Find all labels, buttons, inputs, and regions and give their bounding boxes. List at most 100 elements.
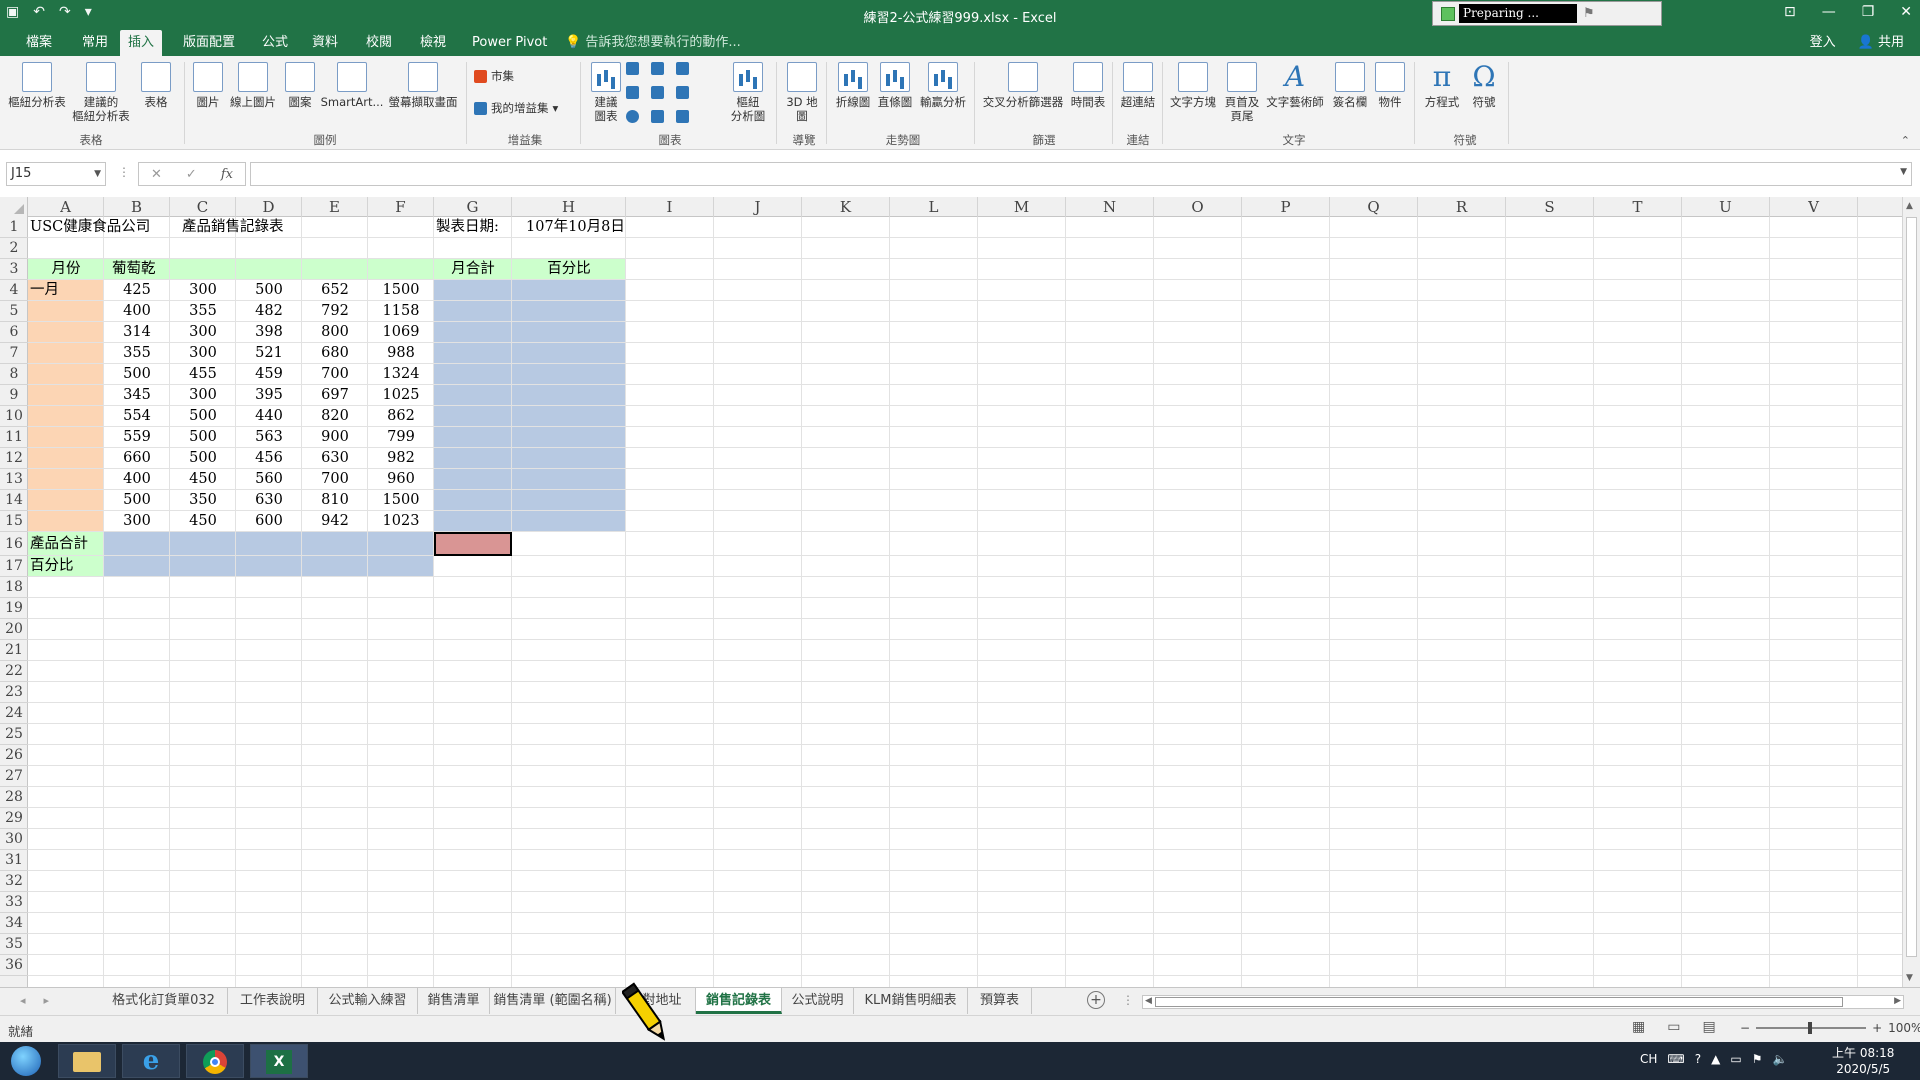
minimize-icon[interactable]: — xyxy=(1822,4,1836,20)
column-header-G[interactable]: G xyxy=(434,197,512,217)
zoom-out-icon[interactable]: − xyxy=(1740,1021,1750,1035)
taskbar-chrome[interactable] xyxy=(186,1044,244,1078)
tab-8[interactable]: Power Pivot xyxy=(464,30,555,56)
row-header-23[interactable]: 23 xyxy=(0,682,28,703)
row-header-17[interactable]: 17 xyxy=(0,556,28,577)
tab-1[interactable]: 常用 xyxy=(74,30,116,56)
add-sheet-button[interactable]: + xyxy=(1087,991,1105,1009)
close-icon[interactable]: ✕ xyxy=(1900,4,1912,20)
ribbon-button-16[interactable]: 超連結 xyxy=(1118,62,1158,109)
row-header-33[interactable]: 33 xyxy=(0,892,28,913)
row-header-7[interactable]: 7 xyxy=(0,343,28,364)
pie-chart-icon[interactable] xyxy=(626,110,639,123)
zoom-in-icon[interactable]: + xyxy=(1872,1021,1882,1035)
row-header-29[interactable]: 29 xyxy=(0,808,28,829)
cells-area[interactable]: USC健康食品公司 產品銷售記錄表 製表日期: 107年10月8日 月份 葡萄乾 月合計 百分… xyxy=(28,217,1902,987)
zoom-slider[interactable] xyxy=(1756,1022,1867,1034)
row-header-16[interactable]: 16 xyxy=(0,532,28,556)
row-header-25[interactable]: 25 xyxy=(0,724,28,745)
column-header-D[interactable]: D xyxy=(236,197,302,217)
row-header-31[interactable]: 31 xyxy=(0,850,28,871)
ribbon-button-13[interactable]: 輸贏分析 xyxy=(918,62,968,109)
resize-handle-icon[interactable]: ⋮ xyxy=(118,165,130,179)
ribbon-button-2[interactable]: 表格 xyxy=(138,62,174,109)
row-header-28[interactable]: 28 xyxy=(0,787,28,808)
ribbon-button-22[interactable]: π 方程式 xyxy=(1422,62,1462,110)
row-header-14[interactable]: 14 xyxy=(0,490,28,511)
sheet-tab-7[interactable]: 公式說明 xyxy=(782,988,854,1014)
row-header-2[interactable]: 2 xyxy=(0,238,28,259)
horizontal-scroll-thumb[interactable] xyxy=(1155,997,1843,1007)
ribbon-button-7[interactable]: 螢幕擷取畫面 xyxy=(384,62,462,109)
column-header-B[interactable]: B xyxy=(104,197,170,217)
waterfall-chart-icon[interactable] xyxy=(676,62,689,75)
column-header-I[interactable]: I xyxy=(626,197,714,217)
row-header-30[interactable]: 30 xyxy=(0,829,28,850)
ribbon-button-14[interactable]: 交叉分析篩選器 xyxy=(980,62,1066,109)
sheet-tab-4[interactable]: 銷售清單 (範圍名稱) xyxy=(490,988,616,1014)
tab-2[interactable]: 插入 xyxy=(120,30,163,56)
row-header-21[interactable]: 21 xyxy=(0,640,28,661)
enter-icon[interactable]: ✓ xyxy=(186,167,197,182)
scroll-left-icon[interactable]: ◀ xyxy=(1145,996,1152,1006)
row-header-13[interactable]: 13 xyxy=(0,469,28,490)
show-hidden-icon[interactable]: ▲ xyxy=(1711,1052,1720,1066)
ribbon-button-19[interactable]: A 文字藝術師 xyxy=(1264,62,1326,110)
tab-6[interactable]: 校閱 xyxy=(358,30,400,56)
volume-icon[interactable]: 🔈 xyxy=(1772,1052,1787,1066)
combo-chart-icon[interactable] xyxy=(676,86,689,99)
column-header-A[interactable]: A xyxy=(28,197,104,217)
ribbon-button-11[interactable]: 折線圖 xyxy=(834,62,872,109)
sheet-tab-2[interactable]: 公式輸入練習 xyxy=(318,988,418,1014)
name-box[interactable]: J15 ▼ xyxy=(6,162,106,186)
column-header-C[interactable]: C xyxy=(170,197,236,217)
zoom-knob[interactable] xyxy=(1808,1022,1813,1034)
horizontal-scrollbar[interactable]: ◀ ▶ xyxy=(1142,995,1904,1009)
column-chart-icon[interactable] xyxy=(626,62,639,75)
row-header-3[interactable]: 3 xyxy=(0,259,28,280)
ribbon-button-6[interactable]: SmartArt... xyxy=(320,62,384,109)
row-header-6[interactable]: 6 xyxy=(0,322,28,343)
taskbar-excel[interactable]: X xyxy=(250,1044,308,1078)
ribbon-button-8[interactable]: 建議 圖表 xyxy=(588,62,624,123)
taskbar-ie[interactable]: e xyxy=(122,1044,180,1078)
row-header-34[interactable]: 34 xyxy=(0,913,28,934)
collapse-ribbon-icon[interactable]: ⌃ xyxy=(1901,134,1910,147)
chevron-down-icon[interactable]: ▼ xyxy=(94,163,101,185)
row-header-27[interactable]: 27 xyxy=(0,766,28,787)
row-header-11[interactable]: 11 xyxy=(0,427,28,448)
restore-icon[interactable]: ❐ xyxy=(1862,4,1875,20)
row-header-24[interactable]: 24 xyxy=(0,703,28,724)
tab-7[interactable]: 檢視 xyxy=(412,30,454,56)
tell-me-search[interactable]: 💡 告訴我您想要執行的動作... xyxy=(565,30,741,56)
tab-5[interactable]: 資料 xyxy=(304,30,346,56)
ribbon-button-0[interactable]: 樞紐分析表 xyxy=(6,62,68,109)
tab-4[interactable]: 公式 xyxy=(254,30,296,56)
select-all-corner[interactable] xyxy=(0,197,28,217)
keyboard-icon[interactable]: ⌨ xyxy=(1667,1052,1684,1066)
row-header-12[interactable]: 12 xyxy=(0,448,28,469)
column-header-K[interactable]: K xyxy=(802,197,890,217)
ribbon-button-20[interactable]: 簽名欄 xyxy=(1330,62,1370,109)
sheet-tab-1[interactable]: 工作表說明 xyxy=(228,988,318,1014)
column-header-M[interactable]: M xyxy=(978,197,1066,217)
page-layout-view-icon[interactable]: ▭ xyxy=(1667,1019,1680,1035)
start-button[interactable] xyxy=(0,1044,52,1078)
ribbon-button-12[interactable]: 直條圖 xyxy=(876,62,914,109)
sheet-nav-arrows[interactable]: ◂▸ xyxy=(20,994,67,1007)
ribbon-button-3[interactable]: 圖片 xyxy=(190,62,226,109)
scroll-down-icon[interactable]: ▼ xyxy=(1906,973,1913,983)
sheet-tab-9[interactable]: 預算表 xyxy=(968,988,1032,1014)
column-header-V[interactable]: V xyxy=(1770,197,1858,217)
row-header-35[interactable]: 35 xyxy=(0,934,28,955)
taskbar-clock[interactable]: 上午 08:18 2020/5/5 xyxy=(1832,1045,1894,1077)
grand-total-cell[interactable] xyxy=(434,532,512,556)
ribbon-button-15[interactable]: 時間表 xyxy=(1068,62,1108,109)
row-header-22[interactable]: 22 xyxy=(0,661,28,682)
column-header-F[interactable]: F xyxy=(368,197,434,217)
row-header-4[interactable]: 4 xyxy=(0,280,28,301)
zoom-level[interactable]: 100% xyxy=(1888,1021,1920,1035)
ribbon-button-9[interactable]: 樞紐 分析圖 xyxy=(726,62,770,123)
formula-input[interactable]: ▼ xyxy=(250,162,1912,186)
sheet-tab-3[interactable]: 銷售清單 xyxy=(418,988,490,1014)
